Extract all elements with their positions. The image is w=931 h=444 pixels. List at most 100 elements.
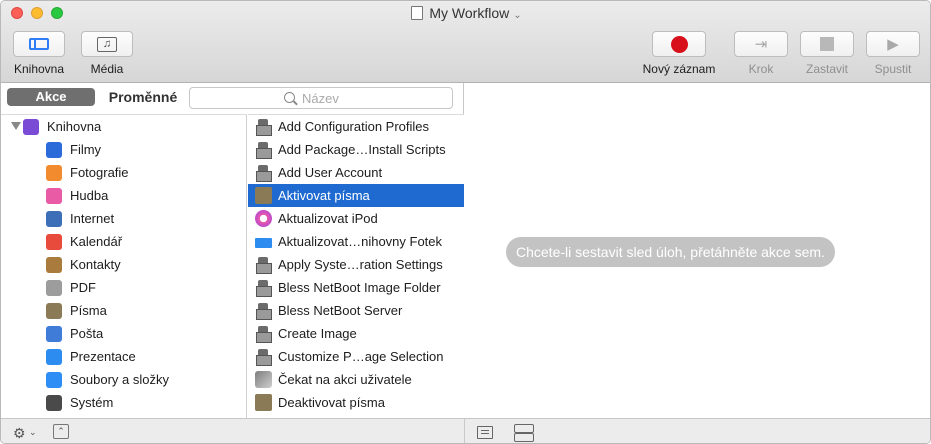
ipod-icon (255, 210, 272, 227)
category-label: Prezentace (70, 349, 136, 364)
action-item[interactable]: Add Configuration Profiles (248, 115, 464, 138)
window-title-text: My Workflow (429, 5, 510, 21)
category-item[interactable]: Soubory a složky (1, 368, 246, 391)
action-label: Aktualizovat…nihovny Fotek (278, 234, 443, 249)
action-item[interactable]: Čekat na akci uživatele (248, 368, 464, 391)
automator-robot-icon (255, 164, 272, 182)
action-label: Add User Account (278, 165, 383, 180)
media-label: Média (90, 62, 124, 76)
category-item[interactable]: Prezentace (1, 345, 246, 368)
run-label: Spustit (874, 62, 912, 76)
library-label: Knihovna (13, 62, 65, 76)
category-item[interactable]: Fotografie (1, 161, 246, 184)
stop-label: Zastavit (805, 62, 848, 76)
tab-variables[interactable]: Proměnné (101, 88, 185, 106)
category-label: Kontakty (70, 257, 121, 272)
category-label: Knihovna (47, 119, 102, 134)
category-item[interactable]: Systém (1, 391, 246, 414)
action-item[interactable]: Deaktivovat písma (248, 391, 464, 414)
action-item[interactable]: Aktualizovat iPod (248, 207, 464, 230)
globe-icon (46, 210, 62, 227)
titlebar: My Workflow ⌄ Knihovna ♫ Média Nový zázna… (1, 1, 930, 83)
action-label: Aktualizovat iPod (278, 211, 378, 226)
automator-robot-icon (255, 348, 272, 366)
photos-icon (46, 164, 62, 181)
category-item[interactable]: Písma (1, 299, 246, 322)
category-item[interactable]: Filmy (1, 138, 246, 161)
workflow-area[interactable]: Chcete-li sestavit sled úloh, přetáhněte… (465, 83, 930, 418)
search-input[interactable] (302, 90, 442, 106)
category-item[interactable]: Kontakty (1, 253, 246, 276)
music-icon (46, 187, 62, 204)
category-label: Internet (70, 211, 115, 226)
step-icon: ⇥ (754, 36, 768, 53)
action-label: Bless NetBoot Image Folder (278, 280, 441, 295)
action-label: Customize P…age Selection (278, 349, 444, 364)
automator-robot-icon (255, 141, 272, 159)
library-toggle-button[interactable] (13, 31, 65, 57)
library-pane: Akce Proměnné Knihovna Filmy Fotografie Hud… (1, 83, 464, 418)
stop-button[interactable] (800, 31, 854, 57)
run-button[interactable]: ▶ (866, 31, 920, 57)
category-label: Filmy (70, 142, 102, 157)
action-item[interactable]: Aktivovat písma (248, 184, 464, 207)
category-label: Pošta (70, 326, 104, 341)
action-label: Deaktivovat písma (278, 395, 385, 410)
action-label: Bless NetBoot Server (278, 303, 403, 318)
action-item[interactable]: Apply Syste…ration Settings (248, 253, 464, 276)
document-icon (411, 6, 424, 20)
action-item[interactable]: Add Package…Install Scripts (248, 138, 464, 161)
description-toggle-icon[interactable]: ⌃ (53, 424, 69, 439)
font-book-icon (255, 187, 272, 204)
search-field[interactable] (189, 87, 453, 109)
category-item[interactable]: Hudba (1, 184, 246, 207)
list-view-icon[interactable] (477, 426, 493, 439)
automator-robot-icon (255, 302, 272, 320)
automator-robot-icon (255, 325, 272, 343)
action-item[interactable]: Bless NetBoot Image Folder (248, 276, 464, 299)
category-label: Hudba (70, 188, 109, 203)
record-button[interactable] (652, 31, 706, 57)
step-button[interactable]: ⇥ (734, 31, 788, 57)
library-root-item[interactable]: Knihovna (1, 115, 246, 138)
split-view-icon[interactable] (514, 424, 534, 442)
category-item[interactable]: PDF (1, 276, 246, 299)
category-label: PDF (70, 280, 96, 295)
media-button[interactable]: ♫ (81, 31, 133, 57)
action-label: Čekat na akci uživatele (278, 372, 412, 387)
tab-actions[interactable]: Akce (7, 88, 95, 106)
disclosure-triangle-icon[interactable] (11, 122, 21, 130)
chevron-down-icon[interactable]: ⌄ (29, 427, 37, 438)
action-label: Aktivovat písma (278, 188, 370, 203)
category-item[interactable]: Kalendář (1, 230, 246, 253)
automator-robot-icon (255, 256, 272, 274)
action-list[interactable]: Add Configuration Profiles Add Package…In… (248, 114, 464, 418)
automator-window: My Workflow ⌄ Knihovna ♫ Média Nový zázna… (0, 0, 931, 444)
chevron-down-icon: ⌄ (513, 10, 522, 21)
category-list[interactable]: Knihovna Filmy Fotografie Hudba Internet Kale… (1, 114, 247, 418)
keynote-icon (46, 348, 62, 365)
action-item[interactable]: Bless NetBoot Server (248, 299, 464, 322)
wait-icon (255, 371, 272, 388)
play-icon: ▶ (887, 36, 899, 53)
category-label: Písma (70, 303, 107, 318)
action-item[interactable]: Create Image (248, 322, 464, 345)
record-label: Nový záznam (642, 62, 716, 76)
library-books-icon (23, 118, 39, 135)
action-item[interactable]: Aktualizovat…nihovny Fotek (248, 230, 464, 253)
quicktime-icon (46, 141, 62, 158)
calendar-icon (46, 233, 62, 250)
category-item[interactable]: Internet (1, 207, 246, 230)
action-item[interactable]: Customize P…age Selection (248, 345, 464, 368)
sidebar-icon (29, 38, 49, 50)
step-label: Krok (748, 62, 774, 76)
action-label: Add Package…Install Scripts (278, 142, 446, 157)
category-item[interactable]: Pošta (1, 322, 246, 345)
library-segmented-control: Akce Proměnné (7, 87, 185, 107)
media-icon: ♫ (97, 36, 117, 52)
font-book-icon (255, 394, 272, 411)
window-title[interactable]: My Workflow ⌄ (1, 5, 930, 21)
action-label: Add Configuration Profiles (278, 119, 430, 134)
gear-icon[interactable]: ⚙ (13, 425, 26, 442)
action-item[interactable]: Add User Account (248, 161, 464, 184)
